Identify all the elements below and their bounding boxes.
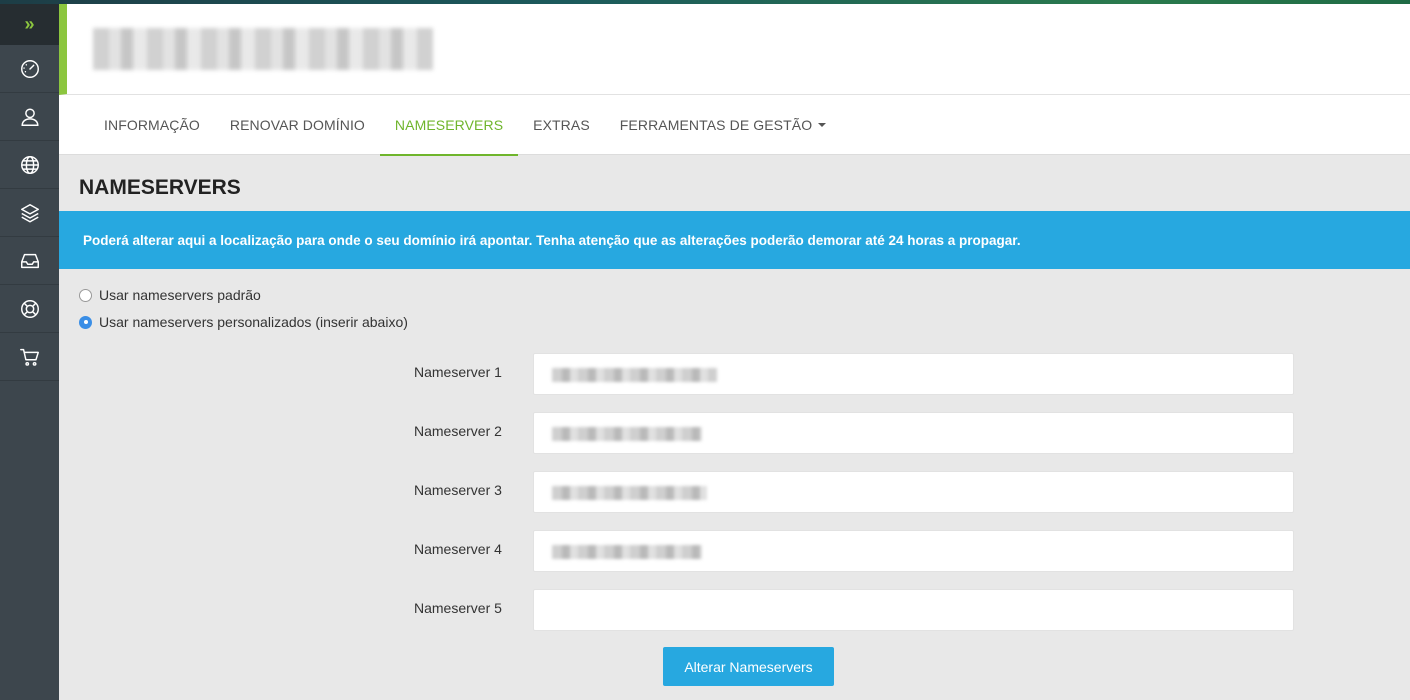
tab-renew-domain-label: RENOVAR DOMÍNIO (229, 117, 365, 133)
tab-management-tools[interactable]: FERRAMENTAS DE GESTÃO (605, 95, 841, 155)
nameserver-2-input[interactable] (533, 412, 1294, 454)
redacted-nameserver-value (552, 545, 702, 559)
sidebar-item-cart[interactable] (0, 333, 59, 381)
nameserver-5-label: Nameserver 5 (414, 600, 502, 616)
info-alert: Poderá alterar aqui a localização para o… (59, 211, 1410, 269)
tab-information[interactable]: INFORMAÇÃO (89, 95, 215, 155)
nameserver-1-input[interactable] (533, 353, 1294, 395)
nameserver-5-input[interactable] (533, 589, 1294, 631)
nameserver-1-label: Nameserver 1 (414, 364, 502, 380)
change-nameservers-button[interactable]: Alterar Nameservers (663, 647, 834, 686)
sidebar: » (0, 0, 59, 700)
option-default-nameservers[interactable]: Usar nameservers padrão (79, 287, 261, 303)
tab-nameservers[interactable]: NAMESERVERS (379, 95, 519, 156)
option-default-label: Usar nameservers padrão (99, 287, 261, 303)
redacted-nameserver-value (552, 486, 707, 500)
option-custom-label: Usar nameservers personalizados (inserir… (99, 314, 408, 330)
radio-default-nameservers[interactable] (79, 288, 92, 302)
nameserver-4-label: Nameserver 4 (414, 541, 502, 557)
support-icon (20, 299, 39, 318)
redacted-domain-title (93, 28, 433, 70)
sidebar-item-account[interactable] (0, 93, 59, 141)
double-chevron-right-icon: » (24, 14, 35, 34)
globe-icon (20, 155, 39, 174)
info-alert-text: Poderá alterar aqui a localização para o… (83, 232, 1021, 248)
nameserver-2-label: Nameserver 2 (414, 423, 502, 439)
tab-management-tools-label: FERRAMENTAS DE GESTÃO (619, 117, 813, 133)
top-accent-strip (0, 0, 1410, 4)
radio-custom-nameservers[interactable] (79, 315, 92, 329)
dashboard-icon (20, 59, 39, 78)
tab-information-label: INFORMAÇÃO (104, 117, 200, 133)
sidebar-item-inbox[interactable] (0, 237, 59, 285)
tab-nameservers-label: NAMESERVERS (394, 117, 504, 133)
cart-icon (19, 348, 39, 366)
sidebar-item-services[interactable] (0, 189, 59, 237)
inbox-icon (20, 253, 39, 268)
nameserver-3-input[interactable] (533, 471, 1294, 513)
domain-tabs: INFORMAÇÃO RENOVAR DOMÍNIO NAMESERVERS E… (59, 95, 1410, 156)
layers-icon (20, 203, 39, 222)
option-custom-nameservers[interactable]: Usar nameservers personalizados (inserir… (79, 314, 408, 330)
page-header (59, 4, 1410, 95)
sidebar-item-dashboard[interactable] (0, 45, 59, 93)
page-title: NAMESERVERS (79, 176, 241, 199)
sidebar-item-support[interactable] (0, 285, 59, 333)
tab-extras-label: EXTRAS (533, 117, 590, 133)
redacted-nameserver-value (552, 427, 702, 441)
tab-renew-domain[interactable]: RENOVAR DOMÍNIO (215, 95, 380, 155)
sidebar-expand-toggle[interactable]: » (0, 0, 59, 45)
nameserver-3-label: Nameserver 3 (414, 482, 502, 498)
sidebar-item-domains[interactable] (0, 141, 59, 189)
nameserver-4-input[interactable] (533, 530, 1294, 572)
redacted-nameserver-value (552, 368, 717, 382)
caret-down-icon (818, 123, 827, 127)
user-icon (20, 107, 39, 126)
tab-extras[interactable]: EXTRAS (518, 95, 605, 155)
